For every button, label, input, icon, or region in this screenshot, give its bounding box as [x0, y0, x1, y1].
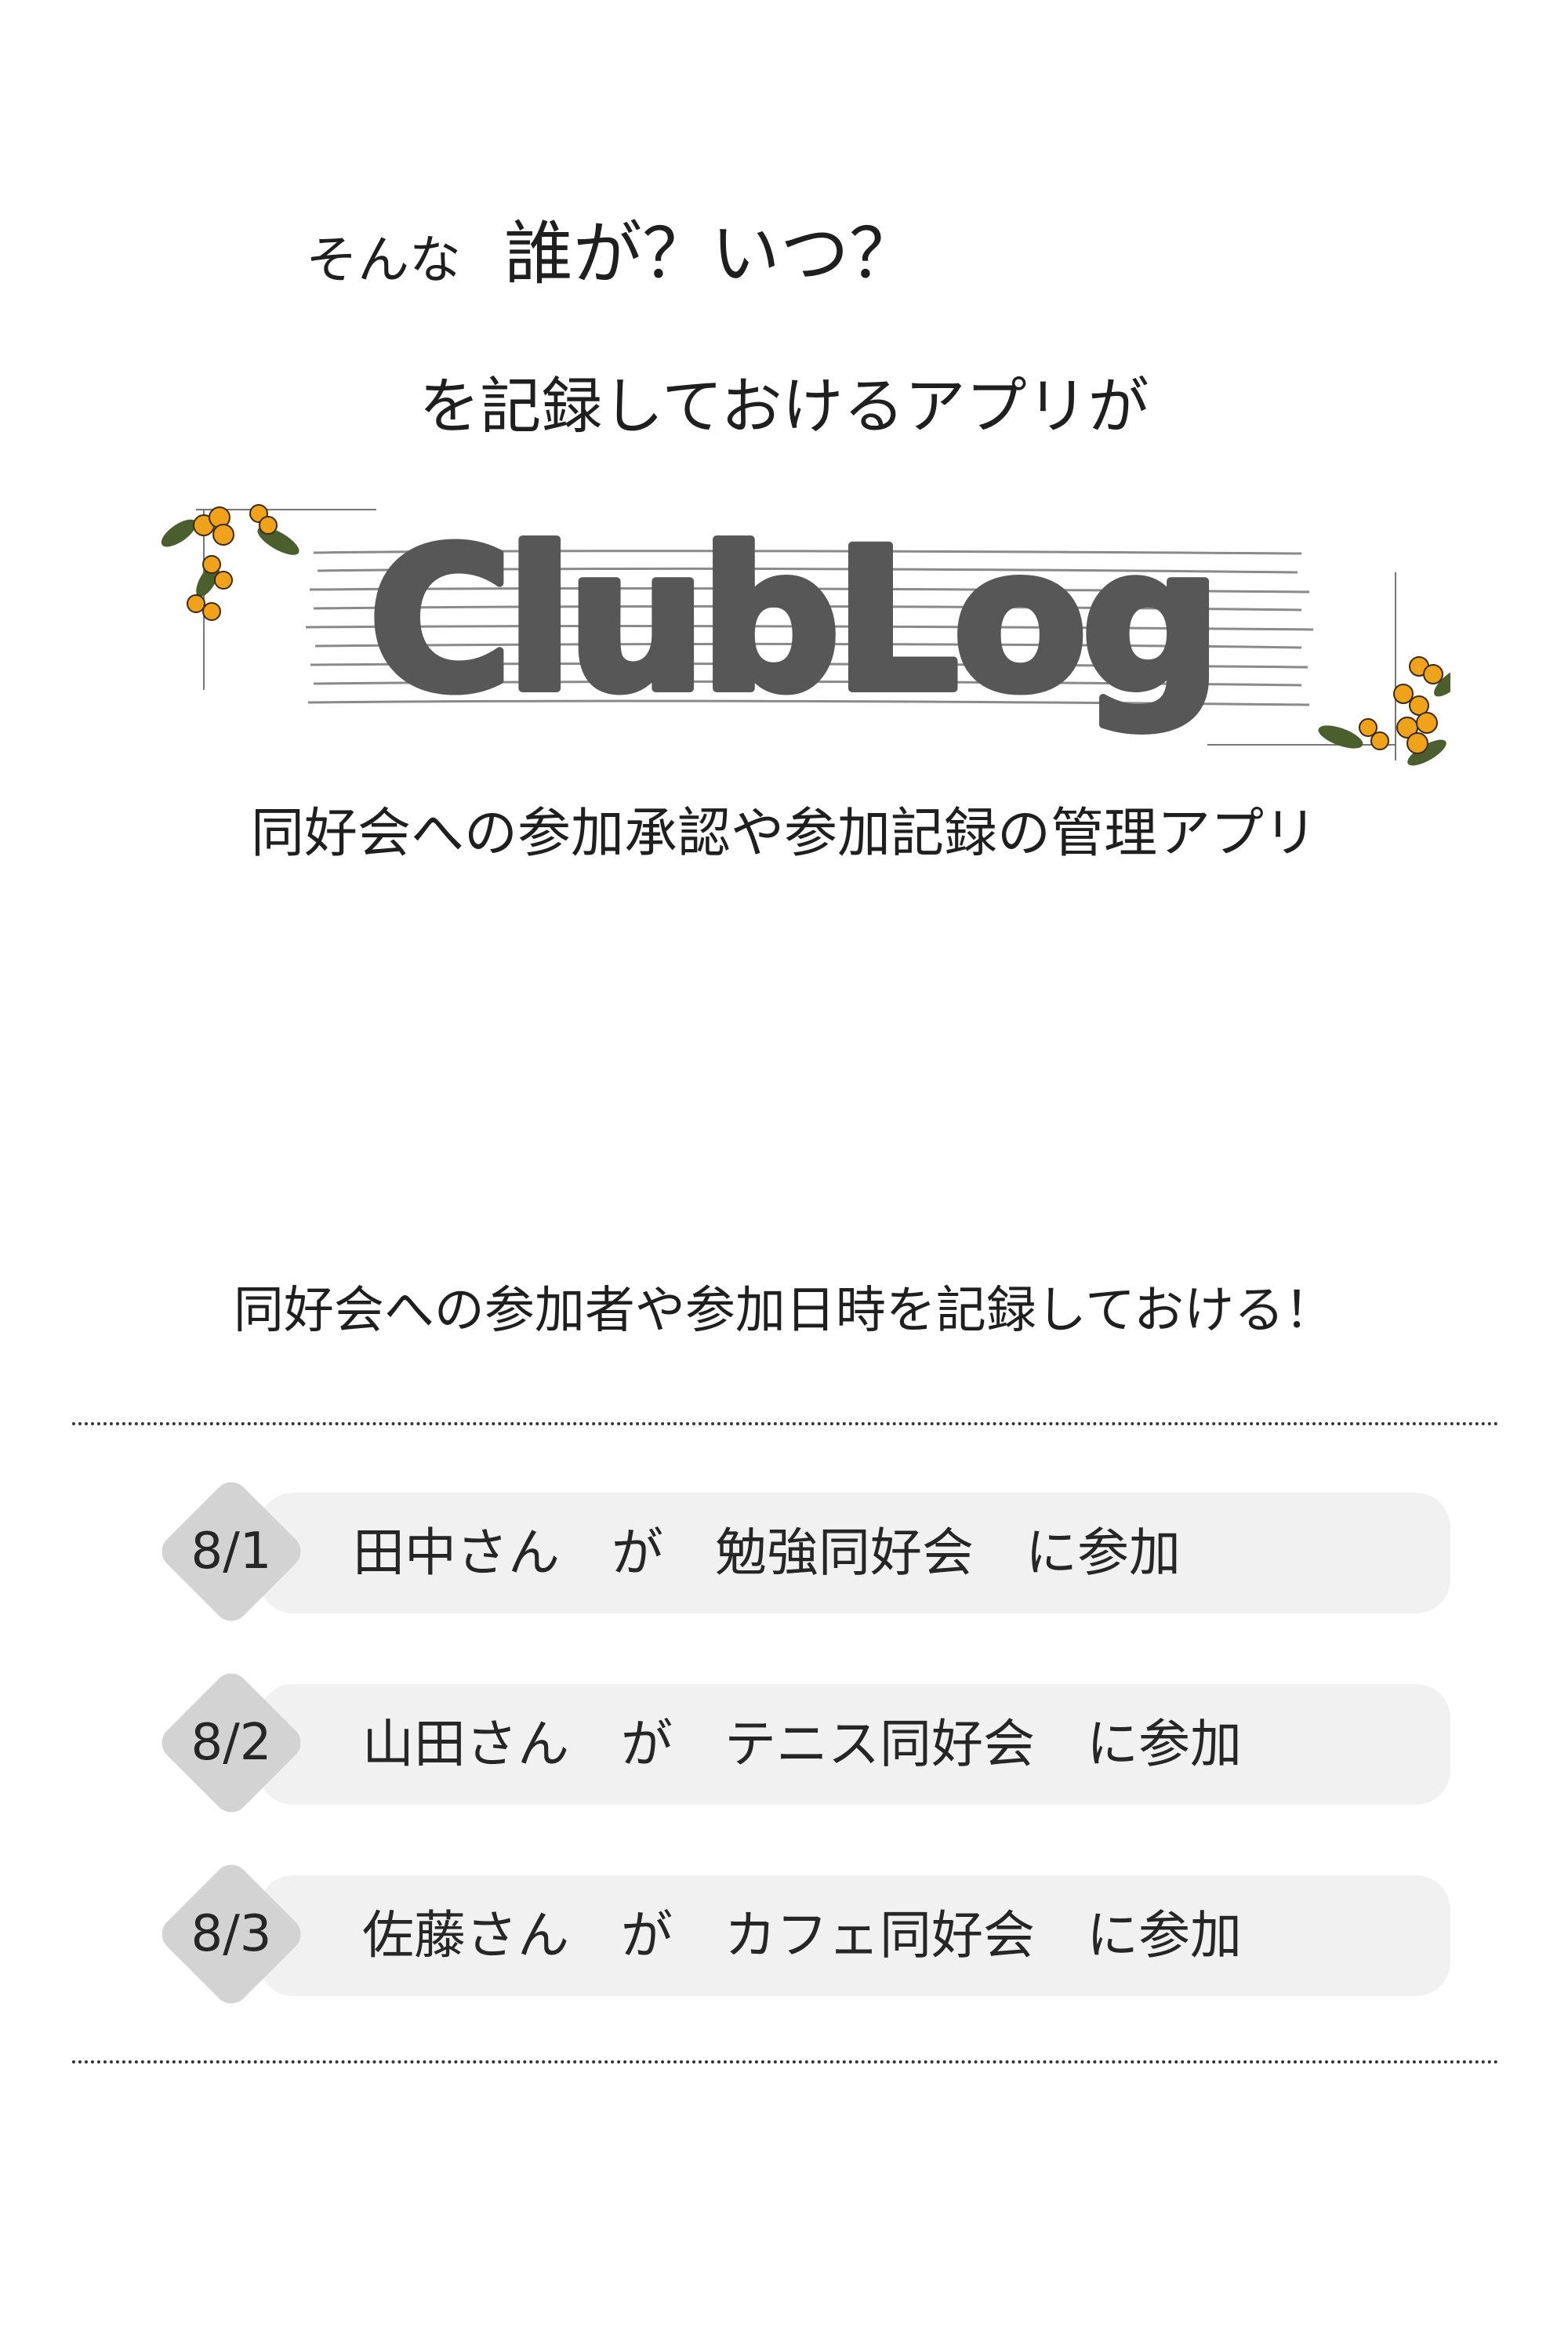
date-badge: 8/1 — [149, 1469, 314, 1634]
tagline-prefix: そんな — [306, 230, 461, 290]
date-badge: 8/2 — [149, 1661, 314, 1825]
tagline-question: 誰が？いつ？ — [504, 213, 919, 294]
record-date: 8/2 — [191, 1714, 272, 1772]
divider-top — [72, 1422, 1499, 1425]
divider-bottom — [72, 2060, 1499, 2063]
record-section-heading: 同好会への参加者や参加日時を記録しておける！ — [233, 1282, 1335, 1340]
app-subtitle: 同好会への参加承認や参加記録の管理アプリ — [250, 803, 1317, 865]
record-date: 8/3 — [191, 1905, 272, 1963]
clublog-logo: ClubLog — [149, 478, 1450, 808]
record-date: 8/1 — [191, 1523, 272, 1581]
record-row: 8/3 佐藤さん が カフェ同好会 に参加 — [149, 1875, 1450, 2001]
record-sentence: 佐藤さん が カフェ同好会 に参加 — [362, 1905, 1242, 1965]
record-sentence: 山田さん が テニス同好会 に参加 — [362, 1714, 1242, 1774]
record-sentence: 田中さん が 勉強同好会 に参加 — [353, 1523, 1181, 1583]
record-row: 8/1 田中さん が 勉強同好会 に参加 — [149, 1493, 1450, 1618]
tagline-line-2: を記録しておけるアプリが — [419, 372, 1149, 442]
flower-cluster-top-left — [161, 504, 299, 621]
date-badge: 8/3 — [149, 1852, 314, 2016]
logo-text: ClubLog — [368, 506, 1215, 735]
tagline-question-line: そんな 誰が？いつ？ — [306, 220, 918, 289]
record-row: 8/2 山田さん が テニス同好会 に参加 — [149, 1684, 1450, 1809]
flower-cluster-bottom-right — [1318, 656, 1450, 766]
